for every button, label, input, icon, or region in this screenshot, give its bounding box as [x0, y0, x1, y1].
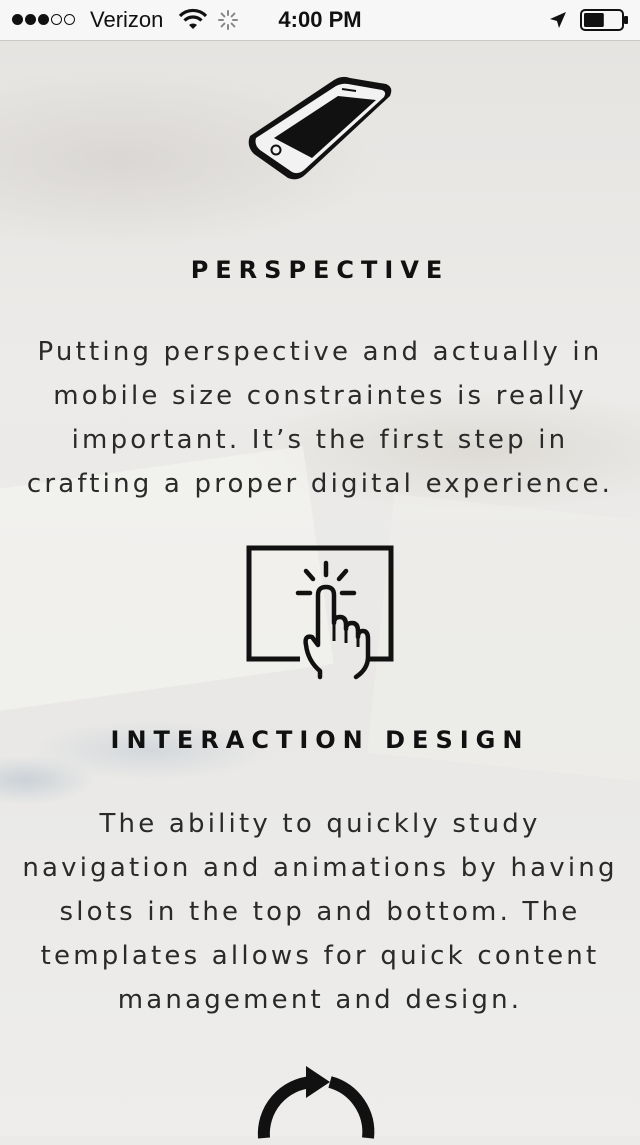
section-title: INTERACTION DESIGN [110, 726, 530, 754]
smartphone-icon [246, 74, 396, 189]
refresh-cycle-icon [250, 1060, 380, 1145]
section-title: PERSPECTIVE [190, 256, 450, 284]
section-body: Putting perspective and actually in mobi… [26, 337, 614, 499]
battery-icon [580, 9, 628, 31]
touch-screen-icon [246, 545, 396, 690]
location-arrow-icon [548, 10, 568, 36]
status-bar: Verizon 4:00 PM [0, 0, 640, 41]
section-body: The ability to quickly study navigation … [22, 809, 618, 1015]
status-time: 4:00 PM [278, 7, 362, 32]
